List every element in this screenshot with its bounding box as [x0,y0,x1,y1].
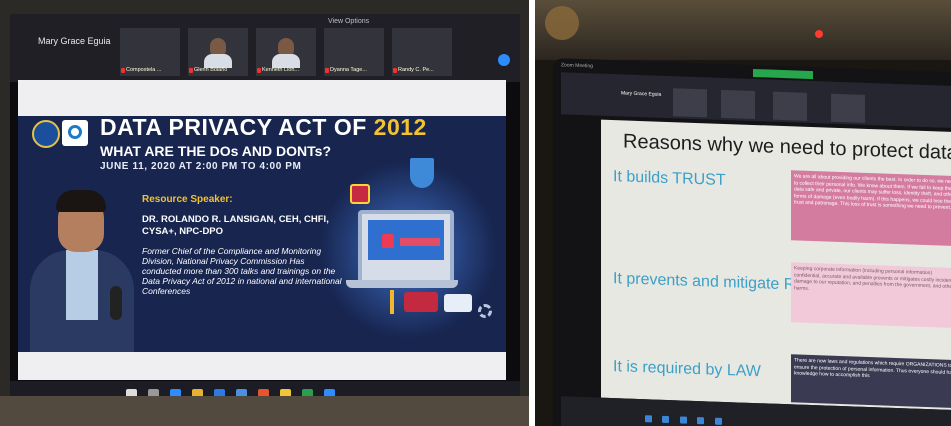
shared-slide: DATA PRIVACY ACT OF 2012 WHAT ARE THE DO… [18,80,506,380]
right-monitor: Zoom Meeting Mary Grace Eguia Reasons wh… [553,58,951,426]
right-photo: Zoom Meeting Mary Grace Eguia Reasons wh… [535,0,951,426]
explanation-box: There are now laws and regulations which… [791,354,951,409]
participant-thumbnail[interactable] [831,93,865,123]
npc-logo-icon [62,120,88,146]
room-background [535,0,951,60]
mic-muted-icon [189,68,193,73]
bullet-trust: It builds TRUST [613,168,726,190]
slide-heading: Reasons why we need to protect data [623,130,951,165]
participant-thumbnail[interactable] [773,91,807,121]
mic-muted-icon [257,68,261,73]
speaker-bio: Former Chief of the Compliance and Monit… [142,246,342,296]
mic-muted-icon [325,68,329,73]
slide-top-band [18,80,506,116]
id-card-icon [444,294,472,312]
zoom-icon[interactable] [714,417,722,425]
participant-body [272,54,300,68]
left-photo: Mary Grace Eguia View Options Compostela… [0,0,529,426]
lamp [545,6,579,40]
gear-icon [478,304,492,318]
red-light [815,30,823,38]
credit-card-icon [404,292,438,312]
bullet-law: It is required by LAW [613,358,761,381]
host-name: Mary Grace Eguia [38,36,111,46]
mic-muted-icon [393,68,397,73]
shared-slide: Reasons why we need to protect data It b… [601,119,951,410]
bullet-risk: It prevents and mitigate RISK [613,270,822,295]
participant-thumbnail[interactable] [673,88,707,118]
edge-icon[interactable] [679,416,687,424]
app-icon[interactable] [697,417,705,425]
zoom-participant-bar: Mary Grace Eguia View Options Compostela… [10,14,520,82]
participant-name: Kenneth Lioh... [262,67,300,73]
shield-icon [410,158,434,188]
participant-name: Glenn Bolaño [194,67,228,73]
view-options[interactable]: View Options [328,18,369,25]
participant-body [204,54,232,68]
explanation-box: We are all about providing our clients t… [791,170,951,247]
next-page-icon[interactable] [498,54,510,66]
participant-name: Randy C. Pe... [398,67,434,73]
window-title: Zoom Meeting [561,62,593,70]
slide-title: DATA PRIVACY ACT OF 2012 [100,114,427,141]
participant-thumbnail[interactable]: Dyanna Tage... [324,28,384,76]
participant-thumbnail[interactable]: Compostela ... [120,28,180,76]
slide-bottom-band [18,352,506,380]
speaker-name: DR. ROLANDO R. LANSIGAN, CEH, CHFI, CYSA… [142,214,329,237]
search-icon[interactable] [645,415,652,423]
slide-date: JUNE 11, 2020 AT 2:00 PM TO 4:00 PM [100,161,302,172]
speaker-label: Resource Speaker: [142,194,233,205]
key-icon [390,290,394,314]
slide-title-main: DATA PRIVACY ACT OF [100,114,367,140]
host-name: Mary Grace Eguia [621,90,662,98]
participant-name: Compostela ... [126,67,162,73]
folder-icon[interactable] [662,415,670,424]
mic-muted-icon [121,68,125,73]
left-monitor: Mary Grace Eguia View Options Compostela… [10,14,520,409]
desk-surface [0,396,529,426]
laptop-base [346,280,458,288]
padlock-icon [350,184,370,204]
seal-logo-icon [32,120,60,148]
participant-name: Dyanna Tage... [330,67,367,73]
windows-taskbar [645,409,728,425]
participant-thumbnail[interactable]: Randy C. Pe... [392,28,452,76]
participant-thumbnail[interactable] [721,89,755,120]
laptop-icon [358,210,454,284]
participant-thumbnail[interactable]: Kenneth Lioh... [256,28,316,76]
explanation-box: Keeping corporate information (including… [791,262,951,329]
slide-subtitle: WHAT ARE THE DOs AND DONTs? [100,143,331,159]
talking-indicator [753,68,813,80]
participant-thumbnail[interactable]: Glenn Bolaño [188,28,248,76]
slide-title-year: 2012 [373,114,427,140]
